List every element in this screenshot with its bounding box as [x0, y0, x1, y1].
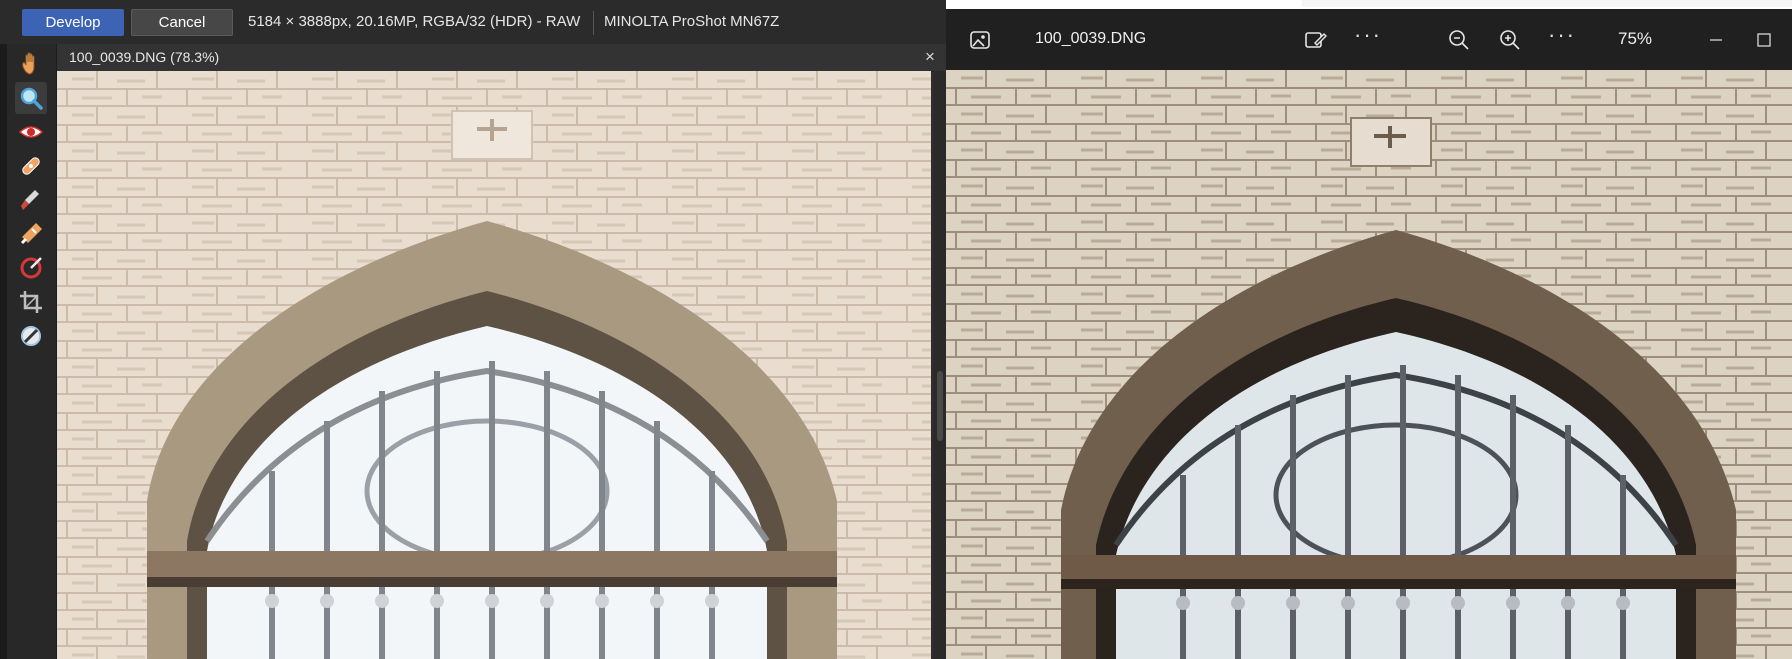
photo-editor-window: Develop Cancel 5184 × 3888px, 20.16MP, R…: [0, 0, 946, 659]
develop-button[interactable]: Develop: [22, 9, 124, 36]
more-options-icon[interactable]: ···: [1548, 24, 1576, 46]
context-toolbar: Develop Cancel 5184 × 3888px, 20.16MP, R…: [0, 0, 946, 45]
image-info-text: 5184 × 3888px, 20.16MP, RGBA/32 (HDR) - …: [248, 13, 581, 30]
document-tab-label: 100_0039.DNG (78.3%): [69, 49, 220, 65]
minimize-icon[interactable]: [1702, 26, 1730, 54]
hand-tool-icon[interactable]: [15, 48, 47, 80]
divider: [593, 11, 594, 35]
window-edge: [0, 44, 7, 659]
vertical-scrollbar[interactable]: [934, 71, 946, 659]
zoom-level-text[interactable]: 75%: [1618, 29, 1652, 49]
edit-image-icon[interactable]: [1301, 26, 1329, 54]
camera-model-text: MINOLTA ProShot MN67Z: [604, 13, 780, 30]
maximize-icon[interactable]: [1750, 26, 1778, 54]
blemish-removal-tool-icon[interactable]: [15, 150, 47, 182]
crop-tool-icon[interactable]: [15, 286, 47, 318]
tools-panel: [7, 44, 57, 659]
red-eye-tool-icon[interactable]: [15, 116, 47, 148]
zoom-out-icon[interactable]: [1445, 26, 1473, 54]
gallery-icon[interactable]: [966, 26, 994, 54]
retouch-brush-tool-icon[interactable]: [15, 218, 47, 250]
close-tab-button[interactable]: ×: [920, 47, 940, 67]
more-options-icon[interactable]: ···: [1354, 24, 1382, 46]
overlay-gradient-tool-icon[interactable]: [15, 252, 47, 284]
viewer-image-canvas[interactable]: [946, 70, 1792, 659]
viewer-title-bar: 100_0039.DNG ··· ··· 75%: [946, 9, 1792, 70]
scrollbar-thumb[interactable]: [937, 371, 943, 441]
white-balance-picker-tool-icon[interactable]: [15, 320, 47, 352]
cancel-button[interactable]: Cancel: [131, 9, 233, 36]
photo-preview-overexposed: [57, 71, 931, 659]
editor-image-canvas[interactable]: [57, 71, 931, 659]
photos-viewer-window: 100_0039.DNG ··· ··· 75%: [946, 9, 1792, 659]
photo-preview-normal: [946, 70, 1792, 659]
zoom-in-icon[interactable]: [1496, 26, 1524, 54]
document-tab[interactable]: 100_0039.DNG (78.3%) ×: [57, 44, 946, 72]
clone-brush-tool-icon[interactable]: [15, 184, 47, 216]
background-window-strip: [1302, 0, 1792, 7]
zoom-tool-icon[interactable]: [15, 82, 47, 114]
viewer-filename: 100_0039.DNG: [1035, 30, 1147, 47]
